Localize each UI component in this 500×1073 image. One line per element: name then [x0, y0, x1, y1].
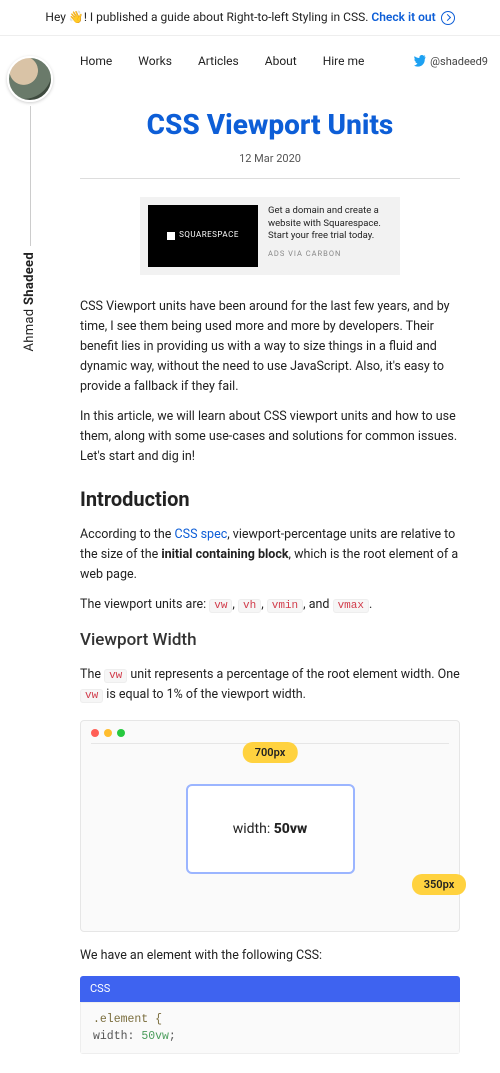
paragraph: CSS Viewport units have been around for …	[80, 297, 460, 397]
code-block: CSS .element { width: 50vw;	[80, 976, 460, 1054]
twitter-link[interactable]: @shadeed9	[413, 53, 488, 71]
divider	[80, 178, 460, 179]
twitter-icon	[413, 55, 426, 68]
code-vmin: vmin	[267, 599, 303, 613]
maximize-dot-icon	[117, 729, 125, 737]
publish-date: 12 Mar 2020	[80, 150, 460, 168]
window-controls	[91, 729, 449, 737]
code-vw: vw	[209, 599, 232, 613]
announcement-banner: Hey 👋! I published a guide about Right-t…	[0, 0, 500, 36]
divider-vertical	[30, 106, 31, 246]
carbon-ad[interactable]: SQUARESPACE Get a domain and create a we…	[140, 197, 400, 275]
paragraph: The viewport units are: vw, vh, vmin, an…	[80, 595, 460, 616]
paragraph: We have an element with the following CS…	[80, 946, 460, 966]
minimize-dot-icon	[104, 729, 112, 737]
banner-link[interactable]: Check it out	[371, 10, 454, 24]
main-nav: Home Works Articles About Hire me @shade…	[0, 36, 500, 81]
ad-attribution: ADS VIA CARBON	[268, 249, 392, 259]
code-vw: vw	[80, 689, 103, 703]
arrow-circle-icon	[441, 11, 455, 25]
nav-articles[interactable]: Articles	[198, 52, 239, 71]
paragraph: The vw unit represents a percentage of t…	[80, 665, 460, 706]
author-sidebar: Ahmad Shadeed	[0, 56, 60, 352]
ad-image: SQUARESPACE	[148, 205, 258, 267]
code-language-label: CSS	[80, 976, 460, 1002]
paragraph: According to the CSS spec, viewport-perc…	[80, 525, 460, 585]
nav-home[interactable]: Home	[80, 52, 112, 71]
nav-hire[interactable]: Hire me	[323, 52, 365, 71]
code-vmax: vmax	[333, 599, 369, 613]
example-box: width: 50vw	[186, 784, 355, 874]
article: CSS Viewport Units 12 Mar 2020 SQUARESPA…	[0, 81, 500, 1073]
heading-viewport-width: Viewport Width	[80, 627, 460, 654]
avatar[interactable]	[7, 56, 53, 102]
code-vh: vh	[238, 599, 261, 613]
author-name: Ahmad Shadeed	[20, 252, 41, 352]
paragraph: In this article, we will learn about CSS…	[80, 407, 460, 467]
page-title: CSS Viewport Units	[80, 103, 460, 148]
label-inner-width: 350px	[412, 874, 467, 896]
banner-text: Hey 👋! I published a guide about Right-t…	[45, 10, 371, 24]
code-vw: vw	[104, 669, 127, 683]
ad-copy: Get a domain and create a website with S…	[268, 205, 392, 267]
twitter-handle: @shadeed9	[430, 53, 488, 71]
nav-works[interactable]: Works	[138, 52, 172, 71]
figure-viewport-width: 700px width: 50vw 350px	[80, 720, 460, 933]
label-outer-width: 700px	[243, 742, 298, 764]
close-dot-icon	[91, 729, 99, 737]
heading-introduction: Introduction	[80, 483, 460, 515]
code-content: .element { width: 50vw;	[80, 1002, 460, 1055]
nav-about[interactable]: About	[265, 52, 297, 71]
css-spec-link[interactable]: CSS spec	[175, 527, 228, 542]
